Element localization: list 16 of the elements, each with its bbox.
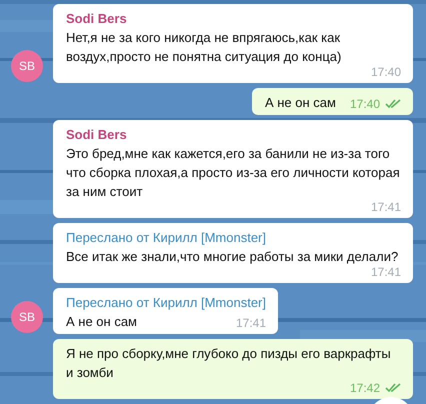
forwarded-label[interactable]: Переслано от Кирилл [Mmonster] <box>66 228 401 247</box>
message-time: 17:41 <box>370 199 401 215</box>
sender-name[interactable]: Sodi Bers <box>66 9 401 28</box>
message-time: 17:40 <box>350 96 380 112</box>
message-time: 17:40 <box>370 64 401 80</box>
message-text: А не он сам <box>264 94 336 112</box>
message-time: 17:42 <box>350 380 380 396</box>
forwarded-label[interactable]: Переслано от Кирилл [Mmonster] <box>66 293 266 312</box>
message-text: Все итак же знали,что многие работы за мики делали? <box>66 248 398 266</box>
message-text: А не он сам <box>66 313 137 331</box>
message-text: Нет,я не за кого никогда не впрягаюсь,как как воздух,просто не понятна ситуация до конца) <box>66 29 342 66</box>
message-text: Это бред,мне как кажется,его за банили не из-за того что сборка плохая,а просто из-за его личности которая за ним стоит <box>66 145 401 201</box>
sender-name[interactable]: Sodi Bers <box>66 125 401 144</box>
message-text: Я не про сборку,мне глубоко до пизды его варкрафты и зомби <box>66 345 392 382</box>
message-time: 17:41 <box>236 315 266 331</box>
message-time: 17:41 <box>370 264 401 280</box>
